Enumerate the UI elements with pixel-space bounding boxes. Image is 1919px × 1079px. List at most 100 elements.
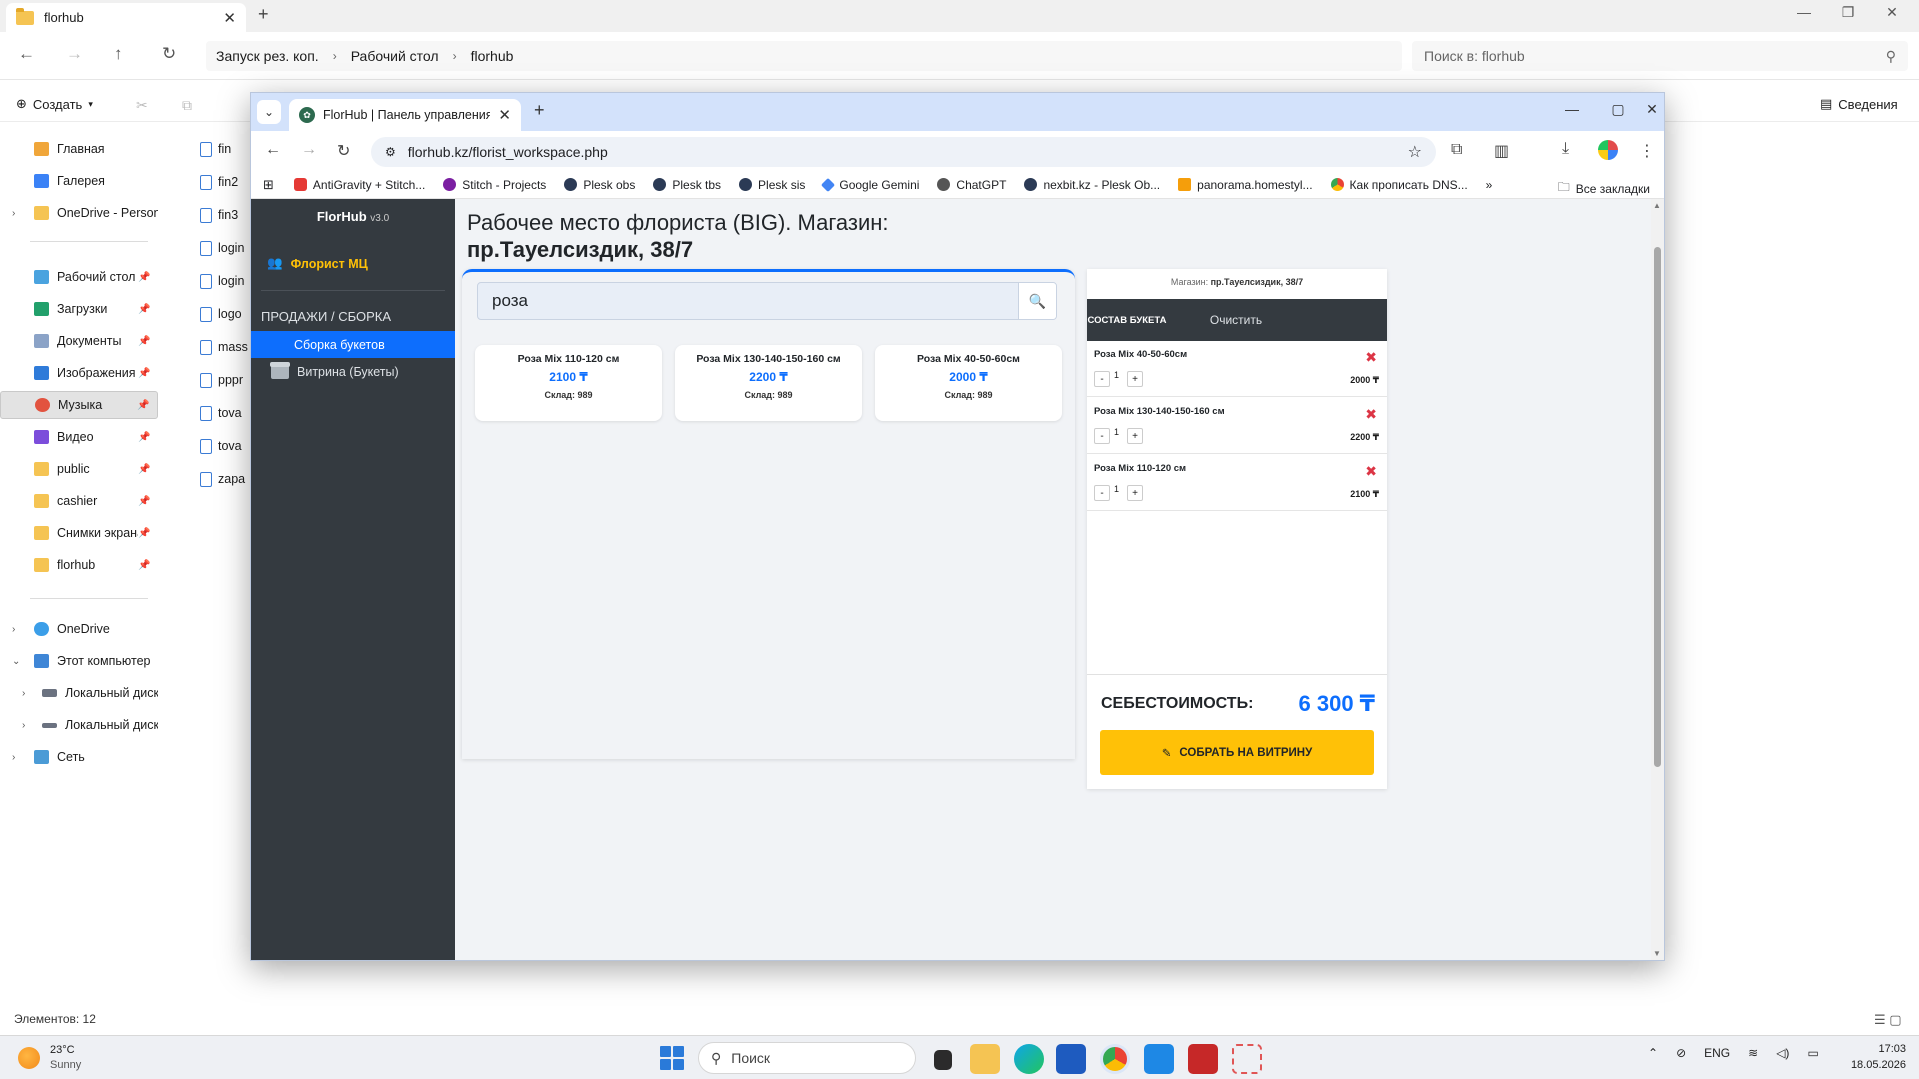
- chrome-app-icon[interactable]: [1100, 1044, 1130, 1074]
- sidebar-item-downloads[interactable]: Загрузки 📌: [0, 295, 158, 323]
- product-card[interactable]: Роза Mix 130-140-150-160 см 2200 ₸ Склад…: [675, 345, 862, 421]
- sidebar-item-network[interactable]: › Сеть: [0, 743, 158, 771]
- profile-avatar[interactable]: [1598, 140, 1618, 160]
- snipping-app-icon[interactable]: [1232, 1044, 1262, 1074]
- filezilla-app-icon[interactable]: [1188, 1044, 1218, 1074]
- more-bookmarks-icon[interactable]: »: [1486, 178, 1493, 192]
- scroll-up-icon[interactable]: ▲: [1653, 201, 1661, 210]
- clear-button[interactable]: Очистить: [1191, 313, 1281, 327]
- assemble-to-showcase-button[interactable]: ✎ СОБРАТЬ НА ВИТРИНУ: [1100, 730, 1374, 775]
- sidebar-item-desktop[interactable]: Рабочий стол 📌: [0, 263, 158, 291]
- scroll-down-icon[interactable]: ▼: [1653, 949, 1661, 958]
- explorer-tab[interactable]: florhub ✕: [6, 3, 246, 32]
- extensions-icon[interactable]: ⧉: [1451, 141, 1462, 159]
- list-item[interactable]: tova: [200, 399, 242, 427]
- remove-icon[interactable]: ✖: [1365, 463, 1377, 480]
- increase-button[interactable]: +: [1127, 371, 1143, 387]
- breadcrumb-item[interactable]: Запуск рез. коп.: [216, 48, 319, 64]
- forward-arrow-icon[interactable]: →: [66, 44, 83, 64]
- edge-app-icon[interactable]: [1014, 1044, 1044, 1074]
- sidebar-item-cashier[interactable]: cashier 📌: [0, 487, 158, 515]
- list-item[interactable]: logo: [200, 300, 242, 328]
- tab-search-button[interactable]: ⌄: [257, 100, 281, 124]
- bookmark-item[interactable]: Как прописать DNS...: [1330, 178, 1468, 192]
- search-button[interactable]: 🔍: [1018, 283, 1056, 319]
- chevron-right-icon[interactable]: ›: [22, 720, 25, 731]
- all-bookmarks-button[interactable]: 🗀 Все закладки: [1558, 178, 1650, 199]
- decrease-button[interactable]: -: [1094, 485, 1110, 501]
- sidebar-item-onedrive-personal[interactable]: › OneDrive - Persona: [0, 199, 158, 227]
- forward-arrow-icon[interactable]: →: [301, 141, 317, 159]
- bookmark-item[interactable]: Plesk sis: [739, 178, 805, 192]
- sidebar-item-public[interactable]: public 📌: [0, 455, 158, 483]
- list-item[interactable]: fin2: [200, 168, 238, 196]
- bookmark-item[interactable]: Stitch - Projects: [443, 178, 546, 192]
- refresh-icon[interactable]: ↻: [162, 44, 176, 64]
- remove-icon[interactable]: ✖: [1365, 406, 1377, 423]
- file-explorer-app-icon[interactable]: [970, 1044, 1000, 1074]
- sidebar-item-this-pc[interactable]: ⌄ Этот компьютер: [0, 647, 158, 675]
- list-item[interactable]: mass: [200, 333, 248, 361]
- bookmark-item[interactable]: nexbit.kz - Plesk Ob...: [1024, 178, 1160, 192]
- sidebar-item-onedrive[interactable]: › OneDrive: [0, 615, 158, 643]
- language-indicator[interactable]: ENG: [1704, 1046, 1730, 1060]
- url-bar[interactable]: ⚙ florhub.kz/florist_workspace.php ☆: [371, 137, 1436, 167]
- sidebar-item-screenshots[interactable]: Снимки экрана 📌: [0, 519, 158, 547]
- taskview-icon[interactable]: [934, 1050, 952, 1070]
- create-button[interactable]: ⊕ Создать ▾: [16, 96, 93, 112]
- close-tab-icon[interactable]: ✕: [498, 106, 511, 124]
- minimize-button[interactable]: —: [1784, 4, 1824, 20]
- cut-icon[interactable]: ✂: [136, 97, 148, 114]
- close-icon[interactable]: ✕: [223, 9, 236, 27]
- explorer-search-input[interactable]: Поиск в: florhub ⚲: [1412, 41, 1908, 71]
- increase-button[interactable]: +: [1127, 485, 1143, 501]
- decrease-button[interactable]: -: [1094, 371, 1110, 387]
- sidebar-item-home[interactable]: Главная: [0, 135, 158, 163]
- chevron-right-icon[interactable]: ›: [12, 624, 15, 635]
- clock[interactable]: 17:03 18.05.2026: [1846, 1041, 1906, 1073]
- download-icon[interactable]: ⤓: [1562, 140, 1569, 158]
- bookmark-item[interactable]: Google Gemini: [821, 177, 919, 192]
- breadcrumb-item[interactable]: Рабочий стол: [351, 48, 439, 64]
- list-item[interactable]: fin3: [200, 201, 238, 229]
- sidebar-item-florhub[interactable]: florhub 📌: [0, 551, 158, 579]
- browser-tab-active[interactable]: ✿ FlorHub | Панель управления ✕: [289, 99, 521, 131]
- minimize-button[interactable]: —: [1549, 101, 1595, 117]
- increase-button[interactable]: +: [1127, 428, 1143, 444]
- close-window-button[interactable]: ✕: [1872, 4, 1912, 21]
- reload-icon[interactable]: ↻: [337, 141, 350, 161]
- details-button[interactable]: ▤ Сведения: [1820, 96, 1898, 112]
- sidebar-item-documents[interactable]: Документы 📌: [0, 327, 158, 355]
- breadcrumb-item[interactable]: florhub: [471, 48, 514, 64]
- sidebar-item-pictures[interactable]: Изображения 📌: [0, 359, 158, 387]
- list-item[interactable]: pppr: [200, 366, 243, 394]
- bookmark-item[interactable]: panorama.homestyl...: [1178, 178, 1313, 192]
- weather-widget[interactable]: 23°C Sunny: [18, 1043, 81, 1073]
- chevron-down-icon[interactable]: ⌄: [12, 656, 20, 667]
- volume-icon[interactable]: ◁): [1776, 1046, 1789, 1060]
- bookmark-item[interactable]: Plesk obs: [564, 178, 635, 192]
- sidebar-item-local-disk-d[interactable]: › Локальный диск: [0, 711, 158, 739]
- bookmark-item[interactable]: ChatGPT: [937, 178, 1006, 192]
- battery-icon[interactable]: ▭: [1807, 1046, 1818, 1060]
- decrease-button[interactable]: -: [1094, 428, 1110, 444]
- quantity-value[interactable]: 1: [1114, 484, 1119, 494]
- nav-item-bouquet-assembly[interactable]: Сборка букетов: [251, 331, 455, 358]
- remove-icon[interactable]: ✖: [1365, 349, 1377, 366]
- start-button[interactable]: [660, 1046, 684, 1070]
- chevron-right-icon[interactable]: ›: [22, 688, 25, 699]
- quantity-value[interactable]: 1: [1114, 427, 1119, 437]
- up-arrow-icon[interactable]: ↑: [114, 44, 123, 64]
- wifi-icon[interactable]: ≋: [1748, 1046, 1758, 1060]
- notification-off-icon[interactable]: ⊘: [1676, 1046, 1686, 1060]
- maximize-button[interactable]: ▢: [1595, 101, 1641, 118]
- sidebar-item-gallery[interactable]: Галерея: [0, 167, 158, 195]
- site-settings-icon[interactable]: ⚙: [385, 145, 396, 159]
- store-app-icon[interactable]: [1056, 1044, 1086, 1074]
- reading-mode-icon[interactable]: ▥: [1494, 141, 1509, 161]
- list-item[interactable]: login: [200, 267, 244, 295]
- back-arrow-icon[interactable]: ←: [265, 141, 281, 159]
- close-window-button[interactable]: ✕: [1639, 101, 1665, 118]
- list-item[interactable]: zapa: [200, 465, 245, 493]
- new-tab-button[interactable]: +: [534, 100, 545, 121]
